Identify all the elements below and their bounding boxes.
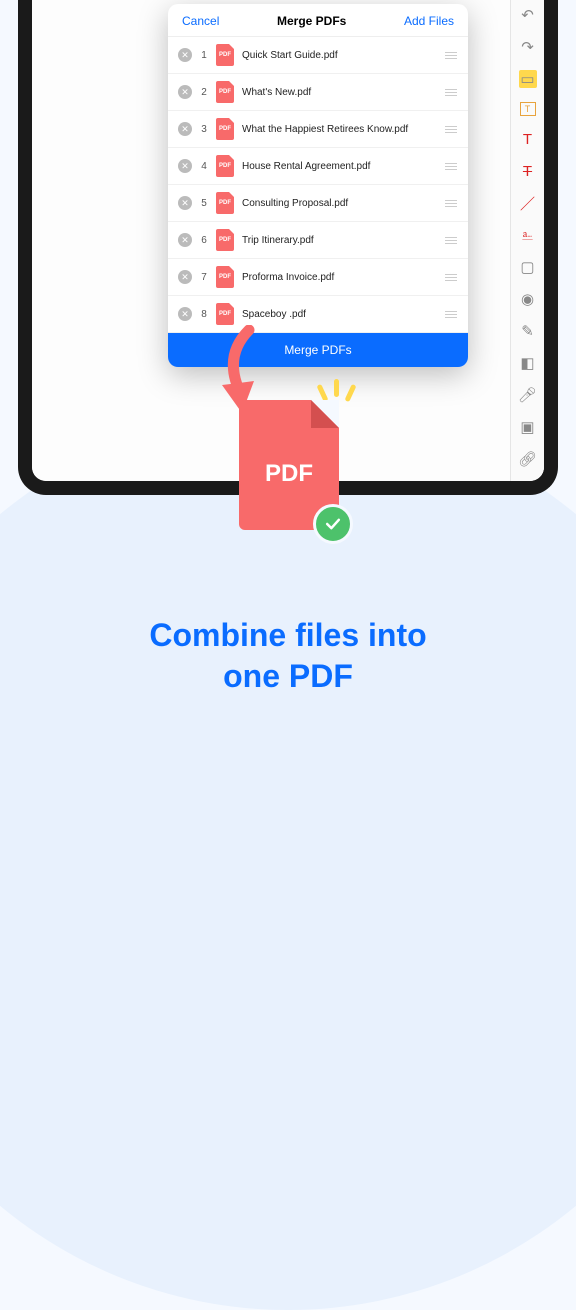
tagline: Combine files into one PDF	[0, 615, 576, 698]
drag-handle-icon[interactable]	[444, 274, 458, 281]
row-number: 7	[200, 272, 208, 283]
file-name: Spaceboy .pdf	[242, 309, 436, 320]
file-row[interactable]: ✕ 5 PDF Consulting Proposal.pdf	[168, 185, 468, 222]
file-row[interactable]: ✕ 1 PDF Quick Start Guide.pdf	[168, 37, 468, 74]
dialog-title: Merge PDFs	[277, 14, 346, 28]
file-name: Trip Itinerary.pdf	[242, 235, 436, 246]
remove-icon[interactable]: ✕	[178, 307, 192, 321]
signature-icon[interactable]: ✎	[519, 322, 537, 340]
text-icon[interactable]: T	[519, 130, 537, 148]
file-name: Consulting Proposal.pdf	[242, 198, 436, 209]
textbox-icon[interactable]: T	[520, 102, 536, 116]
redo-icon[interactable]: ↷	[519, 38, 537, 56]
cancel-button[interactable]: Cancel	[182, 14, 219, 28]
row-number: 2	[200, 87, 208, 98]
shape-icon[interactable]: ▢	[519, 258, 537, 276]
row-number: 5	[200, 198, 208, 209]
remove-icon[interactable]: ✕	[178, 122, 192, 136]
row-number: 3	[200, 124, 208, 135]
pdf-badge-icon: PDF	[216, 303, 234, 325]
stamp-icon[interactable]: ◉	[519, 290, 537, 308]
pdf-badge-icon: PDF	[216, 44, 234, 66]
drag-handle-icon[interactable]	[444, 200, 458, 207]
file-name: Proforma Invoice.pdf	[242, 272, 436, 283]
file-name: Quick Start Guide.pdf	[242, 50, 436, 61]
add-files-button[interactable]: Add Files	[404, 14, 454, 28]
drag-handle-icon[interactable]	[444, 89, 458, 96]
pdf-badge-icon: PDF	[216, 229, 234, 251]
strikethrough-icon[interactable]: T	[519, 162, 537, 180]
drag-handle-icon[interactable]	[444, 163, 458, 170]
pdf-badge-icon: PDF	[216, 81, 234, 103]
drag-handle-icon[interactable]	[444, 52, 458, 59]
pdf-badge-icon: PDF	[216, 192, 234, 214]
pen-icon[interactable]: ／	[519, 194, 537, 212]
file-row[interactable]: ✕ 7 PDF Proforma Invoice.pdf	[168, 259, 468, 296]
note-icon[interactable]: ▭	[519, 70, 537, 88]
file-name: What the Happiest Retirees Know.pdf	[242, 124, 436, 135]
row-number: 8	[200, 309, 208, 320]
remove-icon[interactable]: ✕	[178, 196, 192, 210]
remove-icon[interactable]: ✕	[178, 233, 192, 247]
file-list: ✕ 1 PDF Quick Start Guide.pdf ✕ 2 PDF What's Ne…	[168, 37, 468, 333]
eraser-icon[interactable]: ◧	[519, 354, 537, 372]
remove-icon[interactable]: ✕	[178, 270, 192, 284]
remove-icon[interactable]: ✕	[178, 85, 192, 99]
row-number: 1	[200, 50, 208, 61]
file-row[interactable]: ✕ 4 PDF House Rental Agreement.pdf	[168, 148, 468, 185]
image-icon[interactable]: ▣	[519, 418, 537, 436]
tagline-line-1: Combine files into	[0, 615, 576, 657]
drag-handle-icon[interactable]	[444, 126, 458, 133]
file-row[interactable]: ✕ 6 PDF Trip Itinerary.pdf	[168, 222, 468, 259]
right-toolbar: ↶ ↷ ▭ T T T ／ ⎁ ▢ ◉ ✎ ◧ 🎤︎ ▣ 🔗︎	[510, 0, 544, 481]
pdf-badge-icon: PDF	[216, 155, 234, 177]
row-number: 4	[200, 161, 208, 172]
file-name: What's New.pdf	[242, 87, 436, 98]
dialog-header: Cancel Merge PDFs Add Files	[168, 4, 468, 37]
mic-icon[interactable]: 🎤︎	[519, 386, 537, 404]
pdf-badge-icon: PDF	[216, 266, 234, 288]
link-icon[interactable]: 🔗︎	[519, 450, 537, 468]
pdf-badge-icon: PDF	[216, 118, 234, 140]
file-name: House Rental Agreement.pdf	[242, 161, 436, 172]
check-badge-icon	[313, 504, 353, 544]
merge-dialog: Cancel Merge PDFs Add Files ✕ 1 PDF Quick S…	[168, 4, 468, 367]
pdf-file-icon: PDF	[239, 400, 339, 530]
drag-handle-icon[interactable]	[444, 311, 458, 318]
file-row[interactable]: ✕ 2 PDF What's New.pdf	[168, 74, 468, 111]
file-row[interactable]: ✕ 3 PDF What the Happiest Retirees Know.pdf	[168, 111, 468, 148]
drag-handle-icon[interactable]	[444, 237, 458, 244]
background-circle	[0, 410, 576, 1310]
underline-icon[interactable]: ⎁	[519, 226, 537, 244]
tagline-line-2: one PDF	[0, 656, 576, 698]
pdf-label: PDF	[265, 460, 313, 488]
undo-icon[interactable]: ↶	[519, 6, 537, 24]
remove-icon[interactable]: ✕	[178, 48, 192, 62]
remove-icon[interactable]: ✕	[178, 159, 192, 173]
row-number: 6	[200, 235, 208, 246]
